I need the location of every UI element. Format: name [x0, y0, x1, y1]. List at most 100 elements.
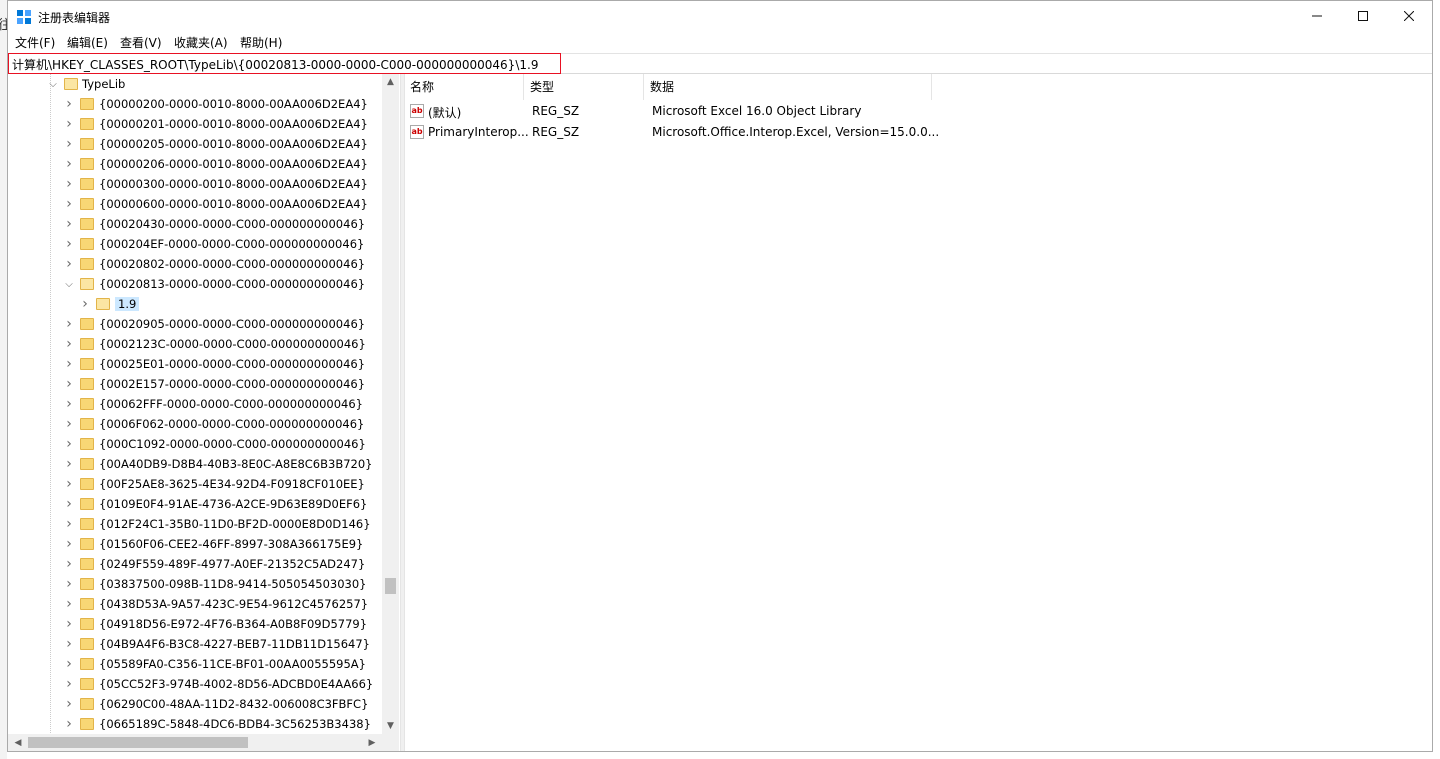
menu-file[interactable]: 文件(F) — [15, 34, 55, 51]
tree-item[interactable]: › {000C1092-0000-0000-C000-000000000046} — [8, 434, 400, 454]
scroll-down-icon[interactable]: ▼ — [382, 718, 399, 734]
tree-item-label: {0002E157-0000-0000-C000-000000000046} — [99, 377, 366, 391]
tree-item[interactable]: › {00020905-0000-0000-C000-000000000046} — [8, 314, 400, 334]
tree-item[interactable]: › {04B9A4F6-B3C8-4227-BEB7-11DB11D15647} — [8, 634, 400, 654]
chevron-right-icon[interactable]: › — [62, 614, 76, 634]
chevron-right-icon[interactable]: › — [62, 654, 76, 674]
chevron-down-icon[interactable]: ⌵ — [46, 74, 60, 94]
menu-favorites[interactable]: 收藏夹(A) — [174, 34, 228, 51]
scroll-thumb[interactable] — [385, 578, 396, 594]
tree-item[interactable]: › {04918D56-E972-4F76-B364-A0B8F09D5779} — [8, 614, 400, 634]
address-bar[interactable]: 计算机\HKEY_CLASSES_ROOT\TypeLib\{00020813-… — [8, 53, 1432, 74]
value-row[interactable]: ab PrimaryInterop... REG_SZ Microsoft.Offic… — [404, 122, 1432, 143]
tree-item-label: {05589FA0-C356-11CE-BF01-00AA0055595A} — [99, 657, 366, 671]
chevron-right-icon[interactable]: › — [62, 354, 76, 374]
tree-item[interactable]: › {0438D53A-9A57-423C-9E54-9612C4576257} — [8, 594, 400, 614]
tree-item[interactable]: › {00020430-0000-0000-C000-000000000046} — [8, 214, 400, 234]
tree-item[interactable]: › {0002E157-0000-0000-C000-000000000046} — [8, 374, 400, 394]
tree-item[interactable]: › {03837500-098B-11D8-9414-505054503030} — [8, 574, 400, 594]
chevron-right-icon[interactable]: › — [62, 714, 76, 734]
tree-item[interactable]: › {0109E0F4-91AE-4736-A2CE-9D63E89D0EF6} — [8, 494, 400, 514]
tree-item[interactable]: › {00000201-0000-0010-8000-00AA006D2EA4} — [8, 114, 400, 134]
tree-item[interactable]: › {0665189C-5848-4DC6-BDB4-3C56253B3438} — [8, 714, 400, 734]
minimize-button[interactable] — [1294, 1, 1340, 31]
tree-item[interactable]: › {06290C00-48AA-11D2-8432-006008C3FBFC} — [8, 694, 400, 714]
chevron-right-icon[interactable]: › — [62, 674, 76, 694]
chevron-right-icon[interactable]: › — [62, 194, 76, 214]
title-bar[interactable]: 注册表编辑器 — [8, 1, 1432, 31]
chevron-right-icon[interactable]: › — [62, 154, 76, 174]
tree-item-label: {00000200-0000-0010-8000-00AA006D2EA4} — [99, 97, 368, 111]
tree-item[interactable]: › {01560F06-CEE2-46FF-8997-308A366175E9} — [8, 534, 400, 554]
chevron-right-icon[interactable]: › — [62, 494, 76, 514]
tree-item[interactable]: › {00000206-0000-0010-8000-00AA006D2EA4} — [8, 154, 400, 174]
address-path[interactable]: 计算机\HKEY_CLASSES_ROOT\TypeLib\{00020813-… — [12, 56, 538, 73]
tree-item-label: {00000600-0000-0010-8000-00AA006D2EA4} — [99, 197, 368, 211]
tree-item[interactable]: › {00A40DB9-D8B4-40B3-8E0C-A8E8C6B3B720} — [8, 454, 400, 474]
tree-item[interactable]: › {00025E01-0000-0000-C000-000000000046} — [8, 354, 400, 374]
chevron-down-icon[interactable]: ⌵ — [62, 274, 76, 294]
tree-item[interactable]: › {00000600-0000-0010-8000-00AA006D2EA4} — [8, 194, 400, 214]
scroll-up-icon[interactable]: ▲ — [382, 74, 399, 90]
folder-icon — [80, 98, 94, 110]
chevron-right-icon[interactable]: › — [62, 334, 76, 354]
value-type: REG_SZ — [532, 125, 580, 139]
chevron-right-icon[interactable]: › — [62, 454, 76, 474]
tree-item-label: {00000201-0000-0010-8000-00AA006D2EA4} — [99, 117, 368, 131]
folder-icon — [80, 238, 94, 250]
tree-item[interactable]: › {00062FFF-0000-0000-C000-000000000046} — [8, 394, 400, 414]
column-header-data[interactable]: 数据 — [644, 74, 932, 100]
chevron-right-icon[interactable]: › — [62, 574, 76, 594]
chevron-right-icon[interactable]: › — [62, 514, 76, 534]
tree-item[interactable]: › {00000200-0000-0010-8000-00AA006D2EA4} — [8, 94, 400, 114]
tree-item[interactable]: ⌵ {00020813-0000-0000-C000-000000000046} — [8, 274, 400, 294]
tree-item[interactable]: › {00000300-0000-0010-8000-00AA006D2EA4} — [8, 174, 400, 194]
tree-item[interactable]: › 1.9 — [8, 294, 400, 314]
chevron-right-icon[interactable]: › — [62, 694, 76, 714]
chevron-right-icon[interactable]: › — [62, 394, 76, 414]
scroll-right-icon[interactable]: ▶ — [364, 734, 380, 751]
chevron-right-icon[interactable]: › — [62, 554, 76, 574]
chevron-right-icon[interactable]: › — [62, 134, 76, 154]
scroll-thumb[interactable] — [28, 737, 248, 748]
chevron-right-icon[interactable]: › — [62, 254, 76, 274]
menu-bar: 文件(F) 编辑(E) 查看(V) 收藏夹(A) 帮助(H) — [8, 32, 1432, 52]
tree-item[interactable]: › {0002123C-0000-0000-C000-000000000046} — [8, 334, 400, 354]
chevron-right-icon[interactable]: › — [62, 594, 76, 614]
tree-horizontal-scrollbar[interactable]: ◀ ▶ — [8, 734, 382, 751]
chevron-right-icon[interactable]: › — [62, 214, 76, 234]
chevron-right-icon[interactable]: › — [62, 114, 76, 134]
value-row[interactable]: ab (默认) REG_SZ Microsoft Excel 16.0 Object … — [404, 101, 1432, 122]
chevron-right-icon[interactable]: › — [62, 534, 76, 554]
tree-item[interactable]: › {05CC52F3-974B-4002-8D56-ADCBD0E4AA66} — [8, 674, 400, 694]
tree-item[interactable]: › {00F25AE8-3625-4E34-92D4-F0918CF010EE} — [8, 474, 400, 494]
maximize-button[interactable] — [1340, 1, 1386, 31]
chevron-right-icon[interactable]: › — [62, 474, 76, 494]
chevron-right-icon[interactable]: › — [62, 634, 76, 654]
chevron-right-icon[interactable]: › — [62, 234, 76, 254]
chevron-right-icon[interactable]: › — [62, 174, 76, 194]
tree-item[interactable]: › {00020802-0000-0000-C000-000000000046} — [8, 254, 400, 274]
tree-vertical-scrollbar[interactable]: ▲ ▼ — [382, 74, 399, 734]
menu-help[interactable]: 帮助(H) — [240, 34, 282, 51]
tree-item[interactable]: › {0006F062-0000-0000-C000-000000000046} — [8, 414, 400, 434]
column-header-type[interactable]: 类型 — [524, 74, 644, 100]
chevron-right-icon[interactable]: › — [62, 414, 76, 434]
menu-view[interactable]: 查看(V) — [120, 34, 162, 51]
tree-item[interactable]: › {05589FA0-C356-11CE-BF01-00AA0055595A} — [8, 654, 400, 674]
chevron-right-icon[interactable]: › — [62, 94, 76, 114]
chevron-right-icon[interactable]: › — [62, 314, 76, 334]
tree-item-typelib[interactable]: ⌵ TypeLib — [8, 74, 400, 94]
tree-item[interactable]: › {000204EF-0000-0000-C000-000000000046} — [8, 234, 400, 254]
tree-item[interactable]: › {00000205-0000-0010-8000-00AA006D2EA4} — [8, 134, 400, 154]
tree-item-label: {05CC52F3-974B-4002-8D56-ADCBD0E4AA66} — [99, 677, 374, 691]
scroll-left-icon[interactable]: ◀ — [10, 734, 26, 751]
tree-item[interactable]: › {0249F559-489F-4977-A0EF-21352C5AD247} — [8, 554, 400, 574]
close-button[interactable] — [1386, 1, 1432, 31]
chevron-right-icon[interactable]: › — [62, 374, 76, 394]
menu-edit[interactable]: 编辑(E) — [67, 34, 108, 51]
tree-item[interactable]: › {012F24C1-35B0-11D0-BF2D-0000E8D0D146} — [8, 514, 400, 534]
column-header-name[interactable]: 名称 — [404, 74, 524, 100]
chevron-right-icon[interactable]: › — [78, 294, 92, 314]
chevron-right-icon[interactable]: › — [62, 434, 76, 454]
